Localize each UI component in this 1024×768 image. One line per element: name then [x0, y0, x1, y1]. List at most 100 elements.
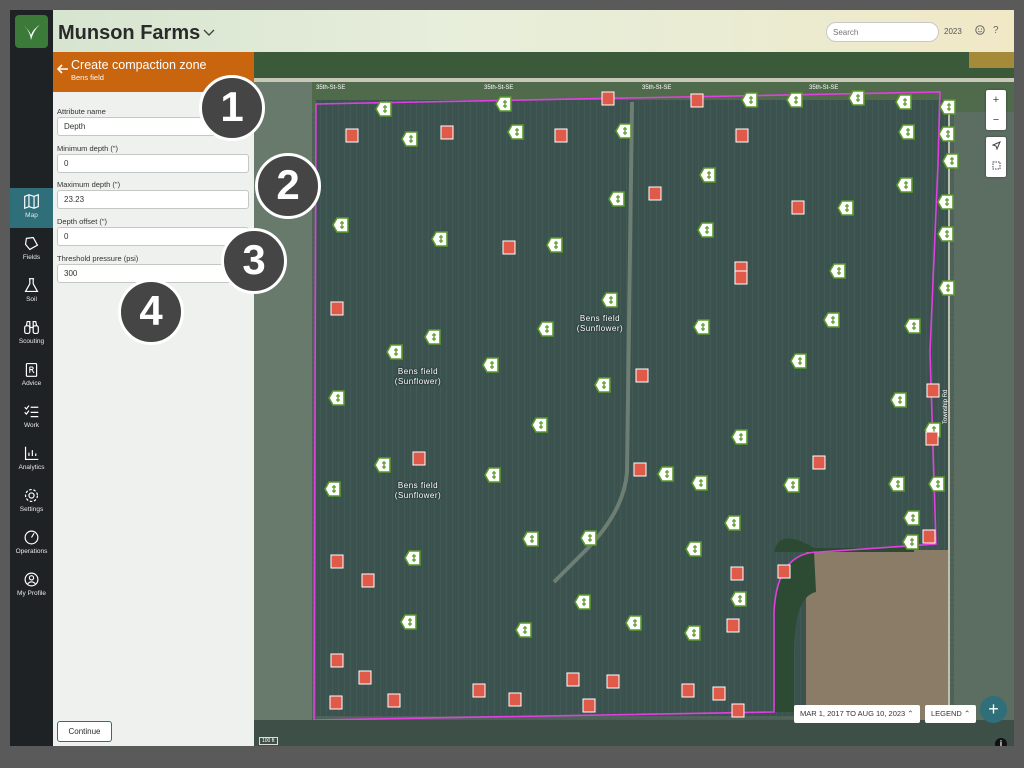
sample-point-red[interactable]: [735, 128, 749, 143]
nav-item-fields[interactable]: Fields: [10, 230, 53, 270]
sample-point-red[interactable]: [329, 695, 343, 710]
sample-point-red[interactable]: [502, 240, 516, 255]
sample-point-green[interactable]: [790, 353, 807, 369]
sample-point-green[interactable]: [615, 123, 632, 139]
sample-point-green[interactable]: [724, 515, 741, 531]
app-logo[interactable]: [15, 15, 48, 48]
sample-point-green[interactable]: [484, 467, 501, 483]
zoom-out-button[interactable]: −: [986, 110, 1006, 130]
sample-point-green[interactable]: [482, 357, 499, 373]
date-range-button[interactable]: MAR 1, 2017 TO AUG 10, 2023 ⌃: [794, 705, 920, 723]
sample-point-green[interactable]: [888, 476, 905, 492]
sample-point-green[interactable]: [848, 90, 865, 106]
locate-button[interactable]: [986, 137, 1006, 157]
sample-point-green[interactable]: [898, 124, 915, 140]
sample-point-green[interactable]: [938, 126, 955, 142]
sample-point-red[interactable]: [387, 693, 401, 708]
nav-item-scouting[interactable]: Scouting: [10, 314, 53, 354]
sample-point-green[interactable]: [890, 392, 907, 408]
sample-point-green[interactable]: [401, 131, 418, 147]
sample-point-red[interactable]: [635, 368, 649, 383]
sample-point-green[interactable]: [574, 594, 591, 610]
continue-button[interactable]: Continue: [57, 721, 112, 742]
sample-point-green[interactable]: [903, 510, 920, 526]
farm-name[interactable]: Munson Farms: [58, 22, 200, 45]
sample-point-green[interactable]: [601, 292, 618, 308]
nav-item-advice[interactable]: Advice: [10, 356, 53, 396]
sample-point-green[interactable]: [515, 622, 532, 638]
sample-point-red[interactable]: [606, 674, 620, 689]
sample-point-green[interactable]: [939, 99, 956, 115]
sample-point-green[interactable]: [902, 534, 919, 550]
smiley-icon[interactable]: [975, 25, 985, 35]
sample-point-red[interactable]: [734, 270, 748, 285]
sample-point-green[interactable]: [531, 417, 548, 433]
sample-point-red[interactable]: [681, 683, 695, 698]
sample-point-green[interactable]: [594, 377, 611, 393]
nav-item-soil[interactable]: Soil: [10, 272, 53, 312]
back-arrow-icon[interactable]: [57, 64, 69, 74]
help-icon[interactable]: ?: [993, 25, 999, 36]
sample-point-green[interactable]: [684, 625, 701, 641]
sample-point-green[interactable]: [786, 92, 803, 108]
sample-point-green[interactable]: [937, 194, 954, 210]
sample-point-red[interactable]: [791, 200, 805, 215]
sample-point-red[interactable]: [330, 301, 344, 316]
sample-point-red[interactable]: [925, 431, 939, 446]
sample-point-red[interactable]: [440, 125, 454, 140]
sample-point-red[interactable]: [330, 554, 344, 569]
sample-point-green[interactable]: [431, 231, 448, 247]
sample-point-green[interactable]: [608, 191, 625, 207]
sample-point-green[interactable]: [783, 477, 800, 493]
sample-point-red[interactable]: [345, 128, 359, 143]
sample-point-red[interactable]: [730, 566, 744, 581]
sample-point-green[interactable]: [928, 476, 945, 492]
sample-point-green[interactable]: [938, 280, 955, 296]
sample-point-red[interactable]: [777, 564, 791, 579]
nav-item-analytics[interactable]: Analytics: [10, 440, 53, 480]
sample-point-green[interactable]: [400, 614, 417, 630]
nav-item-my-profile[interactable]: My Profile: [10, 566, 53, 606]
nav-item-operations[interactable]: Operations: [10, 524, 53, 564]
select-area-button[interactable]: [986, 157, 1006, 177]
minimum-depth-field[interactable]: 0: [57, 154, 249, 173]
sample-point-green[interactable]: [937, 226, 954, 242]
sample-point-red[interactable]: [361, 573, 375, 588]
sample-point-green[interactable]: [328, 390, 345, 406]
sample-point-red[interactable]: [330, 653, 344, 668]
sample-point-red[interactable]: [554, 128, 568, 143]
sample-point-green[interactable]: [580, 530, 597, 546]
sample-point-green[interactable]: [537, 321, 554, 337]
sample-point-green[interactable]: [837, 200, 854, 216]
sample-point-green[interactable]: [942, 153, 959, 169]
info-icon[interactable]: i: [995, 738, 1007, 746]
sample-point-red[interactable]: [582, 698, 596, 713]
sample-point-green[interactable]: [507, 124, 524, 140]
sample-point-red[interactable]: [633, 462, 647, 477]
legend-button[interactable]: LEGEND ⌃: [925, 705, 977, 723]
sample-point-green[interactable]: [823, 312, 840, 328]
sample-point-green[interactable]: [685, 541, 702, 557]
maximum-depth-field[interactable]: 23.23: [57, 190, 249, 209]
add-fab-button[interactable]: +: [980, 696, 1007, 723]
sample-point-green[interactable]: [896, 177, 913, 193]
sample-point-red[interactable]: [731, 703, 745, 718]
sample-point-green[interactable]: [691, 475, 708, 491]
sample-point-green[interactable]: [386, 344, 403, 360]
sample-point-red[interactable]: [358, 670, 372, 685]
sample-point-red[interactable]: [566, 672, 580, 687]
sample-point-green[interactable]: [522, 531, 539, 547]
nav-item-work[interactable]: Work: [10, 398, 53, 438]
depth-offset-field[interactable]: 0: [57, 227, 249, 246]
sample-point-red[interactable]: [922, 529, 936, 544]
sample-point-green[interactable]: [546, 237, 563, 253]
sample-point-red[interactable]: [726, 618, 740, 633]
sample-point-green[interactable]: [424, 329, 441, 345]
nav-item-map[interactable]: Map: [10, 188, 53, 228]
sample-point-green[interactable]: [895, 94, 912, 110]
sample-point-red[interactable]: [690, 93, 704, 108]
sample-point-green[interactable]: [731, 429, 748, 445]
sample-point-green[interactable]: [625, 615, 642, 631]
zoom-in-button[interactable]: +: [986, 90, 1006, 110]
nav-item-settings[interactable]: Settings: [10, 482, 53, 522]
